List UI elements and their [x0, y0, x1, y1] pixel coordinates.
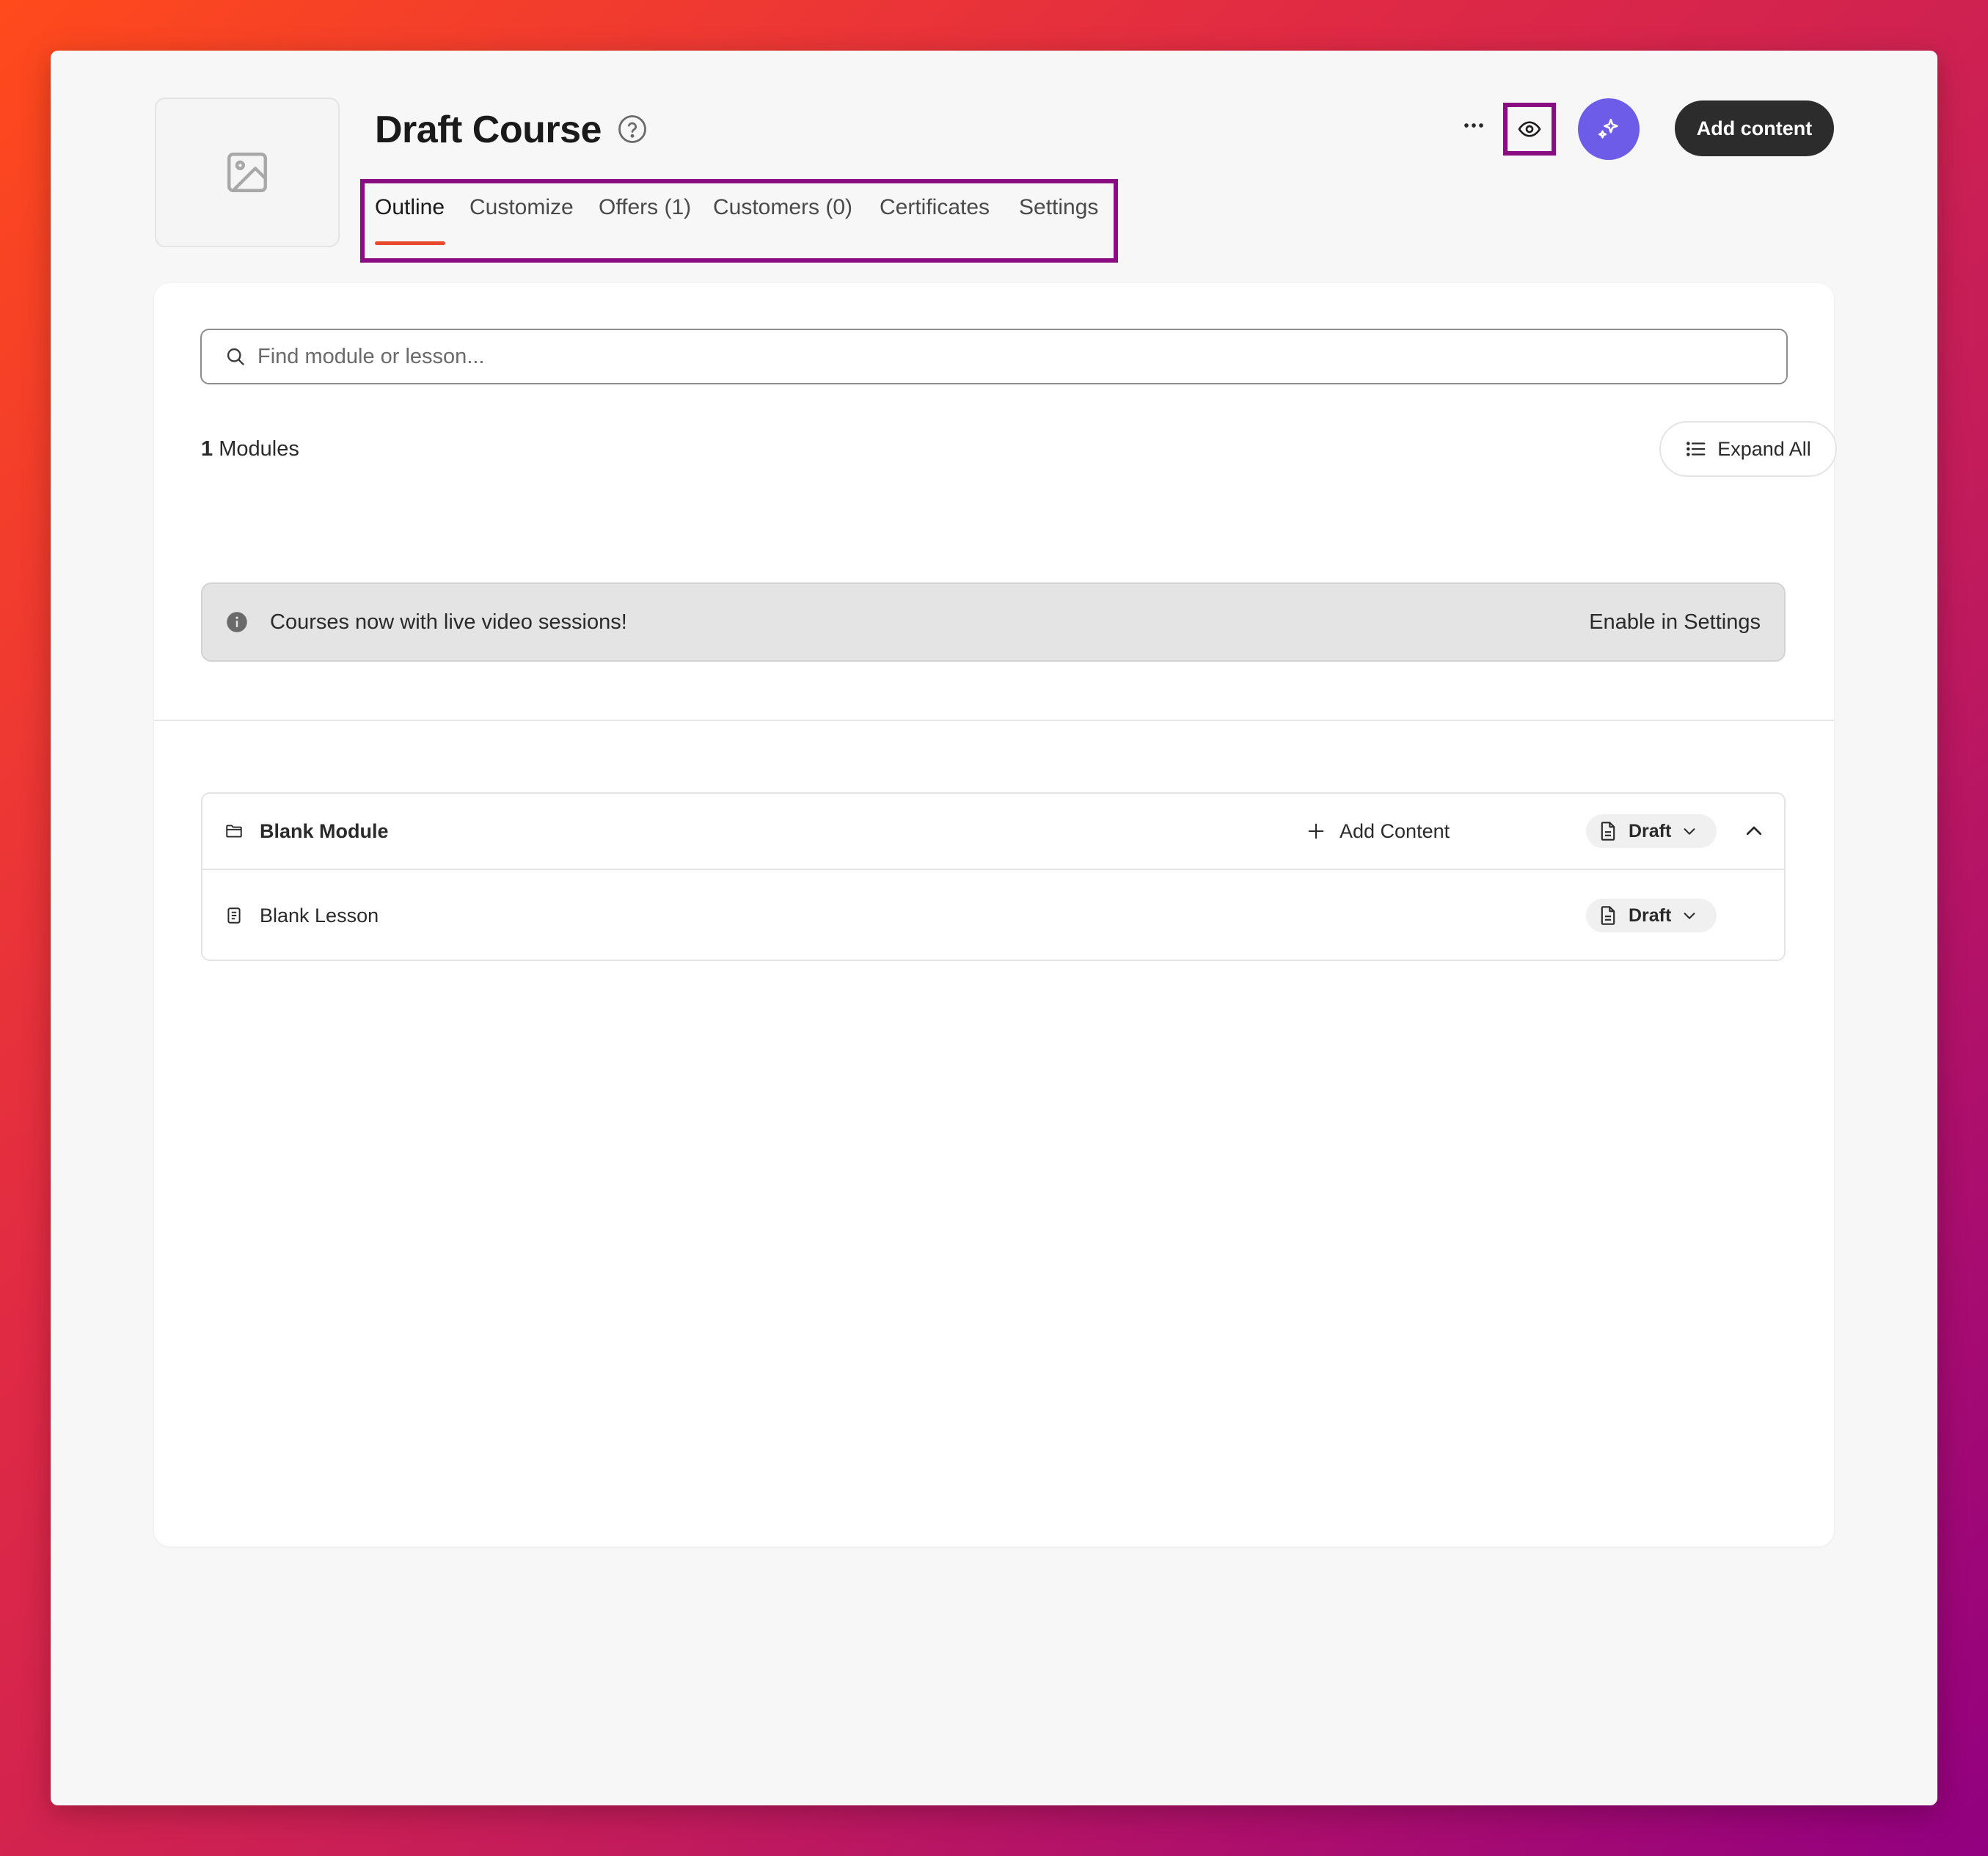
sparkle-icon — [1598, 118, 1618, 139]
section-divider — [154, 720, 1834, 721]
module-add-content-button[interactable]: Add Content — [1306, 820, 1450, 843]
modules-count-label: Modules — [219, 437, 299, 461]
plus-icon — [1308, 823, 1324, 839]
module-status-label: Draft — [1629, 820, 1672, 841]
app-window: Draft Course Outline Customize Offers (1… — [51, 51, 1937, 1805]
course-thumbnail[interactable] — [155, 98, 340, 247]
add-content-button[interactable]: Add content — [1675, 101, 1834, 156]
module-add-content-label: Add Content — [1340, 819, 1450, 842]
module-row[interactable]: Blank Module Add Content Draft — [202, 794, 1784, 870]
ai-assist-button[interactable] — [1578, 98, 1640, 160]
modules-count: 1 Modules — [201, 437, 299, 461]
tab-certificates[interactable]: Certificates — [880, 195, 990, 220]
lesson-status-dropdown[interactable]: Draft — [1586, 899, 1717, 932]
info-banner: Courses now with live video sessions! En… — [201, 582, 1786, 662]
module-list: Blank Module Add Content Draft Blank Les… — [201, 792, 1786, 961]
help-icon[interactable] — [617, 114, 648, 145]
lesson-name[interactable]: Blank Lesson — [260, 905, 379, 927]
eye-icon — [1518, 121, 1541, 137]
modules-count-number: 1 — [201, 437, 213, 461]
expand-all-label: Expand All — [1717, 437, 1811, 460]
lesson-row[interactable]: Blank Lesson Draft — [202, 870, 1784, 961]
tab-outline[interactable]: Outline — [375, 195, 445, 220]
search-input[interactable] — [257, 344, 1651, 369]
more-icon[interactable] — [1459, 111, 1488, 140]
chevron-down-icon — [1684, 913, 1695, 919]
tabs-highlight — [360, 179, 1118, 263]
list-icon — [1686, 442, 1706, 456]
outline-card: 1 Modules Expand All Courses now with li… — [154, 283, 1837, 1546]
tab-customers[interactable]: Customers (0) — [713, 195, 852, 220]
chevron-up-icon[interactable] — [1743, 820, 1765, 842]
enable-in-settings-link[interactable]: Enable in Settings — [1589, 610, 1761, 635]
image-placeholder-icon — [227, 153, 267, 192]
document-icon — [1601, 906, 1615, 925]
chevron-down-icon — [1684, 828, 1695, 835]
search-bar[interactable] — [200, 329, 1788, 384]
tab-settings[interactable]: Settings — [1019, 195, 1098, 220]
module-status-dropdown[interactable]: Draft — [1586, 814, 1717, 848]
tab-customize[interactable]: Customize — [469, 195, 574, 220]
module-name[interactable]: Blank Module — [260, 820, 389, 843]
info-icon — [227, 612, 247, 632]
lesson-status-label: Draft — [1629, 905, 1672, 926]
banner-text: Courses now with live video sessions! — [270, 610, 627, 634]
folder-icon — [226, 825, 242, 838]
lesson-icon — [227, 907, 241, 924]
document-icon — [1601, 822, 1615, 841]
page-title: Draft Course — [375, 109, 602, 151]
search-icon — [227, 348, 244, 365]
active-tab-indicator — [375, 241, 445, 245]
tab-offers[interactable]: Offers (1) — [599, 195, 691, 220]
expand-all-button[interactable]: Expand All — [1659, 421, 1837, 477]
preview-button[interactable] — [1503, 103, 1556, 156]
